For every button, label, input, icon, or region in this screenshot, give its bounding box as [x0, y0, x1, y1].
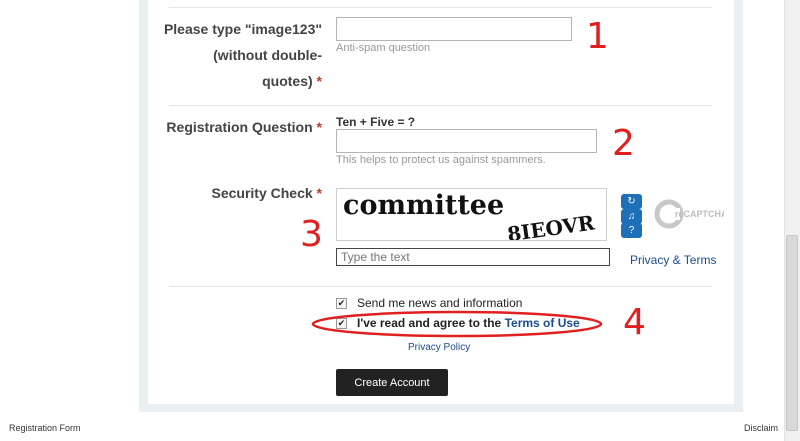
terms-label-text: I've read and agree to the [357, 316, 502, 330]
recaptcha-logo: reCAPTCHA™ [654, 199, 724, 229]
captcha-image: committee 8IEOVR [336, 188, 607, 241]
privacy-policy-link[interactable]: Privacy Policy [408, 342, 470, 353]
captcha-graphic: committee 8IEOVR [343, 190, 597, 241]
create-account-button[interactable]: Create Account [336, 369, 448, 396]
antispam-hint: Anti-spam question [336, 42, 431, 54]
antispam-label-line1: Please type "image123" [163, 21, 322, 37]
antispam-label: Please type "image123" (without double- … [164, 16, 322, 94]
scrollbar-thumb[interactable] [786, 235, 798, 431]
required-mark: * [316, 119, 322, 135]
antispam-input[interactable] [336, 17, 572, 41]
terms-of-use-link[interactable]: Terms of Use [505, 316, 580, 330]
privacy-terms-link[interactable]: Privacy & Terms [630, 253, 716, 267]
footer-registration-form: Registration Form [9, 423, 81, 433]
divider [169, 105, 712, 106]
required-mark: * [316, 73, 322, 89]
antispam-label-line3: quotes) [262, 73, 313, 89]
divider [169, 7, 712, 8]
registration-question-hint: This helps to protect us against spammer… [336, 154, 546, 166]
registration-question-text: Ten + Five = ? [336, 115, 416, 129]
captcha-distorted-word: 8IEOVR [506, 210, 597, 241]
antispam-label-line2: (without double- [213, 47, 322, 63]
recaptcha-logo-text: reCAPTCHA™ [675, 209, 724, 219]
footer-disclaimer-link[interactable]: Disclaim [744, 423, 778, 433]
registration-answer-input[interactable] [336, 129, 597, 153]
captcha-word: committee [343, 190, 504, 221]
terms-checkbox[interactable]: ✔ [336, 318, 347, 329]
newsletter-label: Send me news and information [357, 296, 523, 310]
terms-label: I've read and agree to the Terms of Use [357, 316, 580, 330]
security-check-label-text: Security Check [211, 185, 313, 201]
help-icon[interactable]: ? [621, 223, 642, 238]
registration-question-label: Registration Question * [166, 114, 322, 140]
captcha-response-input[interactable] [336, 248, 610, 266]
audio-icon[interactable]: ♫ [621, 209, 642, 224]
required-mark: * [316, 185, 322, 201]
divider [169, 286, 712, 287]
security-check-label: Security Check * [211, 180, 322, 206]
newsletter-checkbox[interactable]: ✔ [336, 298, 347, 309]
registration-question-label-text: Registration Question [166, 119, 313, 135]
refresh-icon[interactable]: ↻ [621, 194, 642, 209]
